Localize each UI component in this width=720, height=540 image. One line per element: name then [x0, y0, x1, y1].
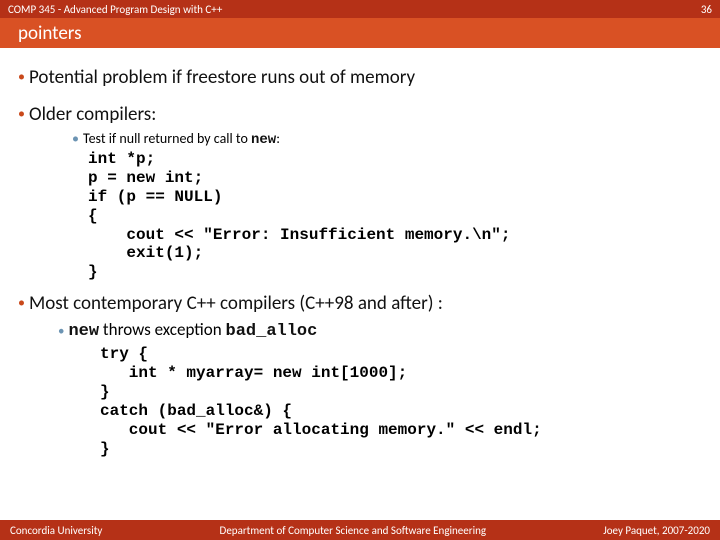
bullet-contemporary: •Most contemporary C++ compilers (C++98 … [18, 292, 702, 315]
footer-bar: Concordia University Department of Compu… [0, 520, 720, 540]
sub-bullet-dot-icon: • [58, 324, 64, 339]
header-bar: COMP 345 - Advanced Program Design with … [0, 0, 720, 18]
sub-bullet-prefix: Test if null returned by call to [83, 130, 251, 147]
bullet-problem: •Potential problem if freestore runs out… [18, 66, 702, 89]
sub-bullet-test-null: •Test if null returned by call to new: [72, 130, 702, 148]
keyword-new: new [251, 132, 276, 148]
bullet-dot-icon: • [18, 294, 25, 311]
bullet-problem-text: Potential problem if freestore runs out … [29, 66, 415, 89]
bullet-dot-icon: • [18, 68, 25, 85]
bullet-dot-icon: • [18, 105, 25, 122]
bullet-older-text: Older compilers: [29, 103, 156, 126]
throws-text: throws exception [99, 319, 225, 340]
bullet-older: •Older compilers: [18, 103, 702, 126]
slide-title: pointers [18, 22, 82, 45]
bullet-contemporary-text: Most contemporary C++ compilers (C++98 a… [29, 292, 443, 315]
keyword-new: new [68, 322, 99, 341]
slide-content: •Potential problem if freestore runs out… [0, 48, 720, 458]
footer-left: Concordia University [10, 524, 102, 537]
footer-right: Joey Paquet, 2007-2020 [603, 524, 710, 537]
slide-number: 36 [701, 3, 712, 16]
sub-bullet-colon: : [276, 130, 280, 147]
footer-center: Department of Computer Science and Softw… [220, 524, 487, 537]
keyword-bad-alloc: bad_alloc [226, 322, 318, 341]
course-code: COMP 345 - Advanced Program Design with … [8, 3, 222, 16]
slide-title-bar: pointers [0, 18, 720, 48]
code-block-null-check: int *p; p = new int; if (p == NULL) { co… [88, 150, 702, 282]
sub-bullet-throws: • new throws exception bad_alloc [58, 319, 702, 341]
sub-bullet-dot-icon: • [72, 130, 79, 147]
code-block-try-catch: try { int * myarray= new int[1000]; } ca… [100, 345, 702, 458]
